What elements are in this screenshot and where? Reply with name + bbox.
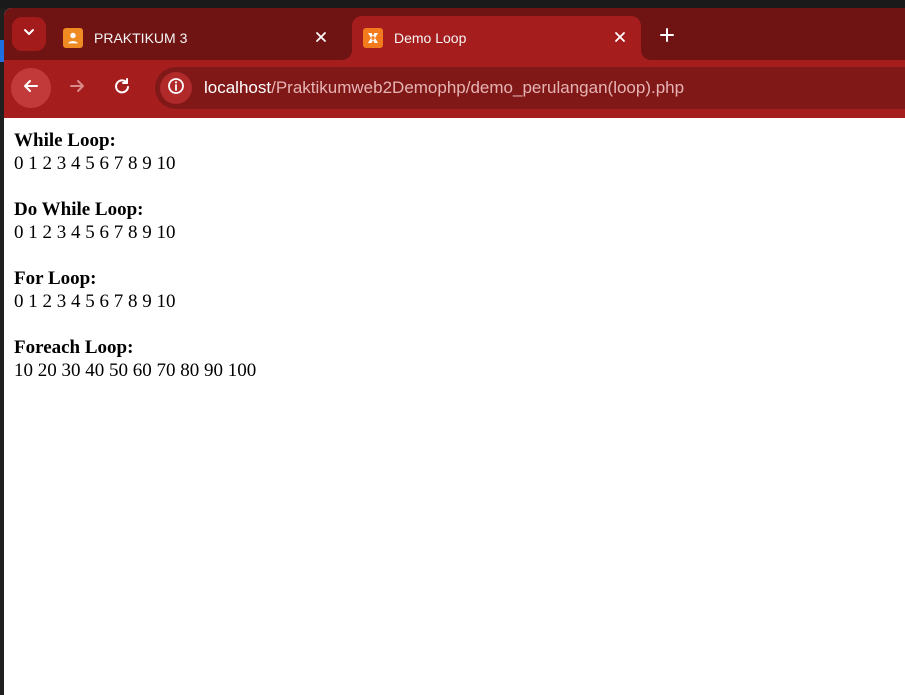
url-path: /Praktikumweb2Demophp/demo_perulangan(lo… xyxy=(271,78,685,97)
plus-icon xyxy=(658,26,676,49)
section-title: For Loop: xyxy=(14,268,97,289)
back-button[interactable] xyxy=(11,68,51,108)
do-while-loop-section: Do While Loop: 0 1 2 3 4 5 6 7 8 9 10 xyxy=(14,198,895,244)
section-title: While Loop: xyxy=(14,130,116,151)
new-tab-button[interactable] xyxy=(653,23,681,51)
site-info-button[interactable] xyxy=(160,72,192,104)
for-loop-section: For Loop: 0 1 2 3 4 5 6 7 8 9 10 xyxy=(14,267,895,313)
reload-icon xyxy=(112,76,132,101)
loop-output: 0 1 2 3 4 5 6 7 8 9 10 xyxy=(14,291,176,312)
loop-output: 0 1 2 3 4 5 6 7 8 9 10 xyxy=(14,222,176,243)
while-loop-section: While Loop: 0 1 2 3 4 5 6 7 8 9 10 xyxy=(14,129,895,175)
tab-search-button[interactable] xyxy=(12,17,46,51)
back-arrow-icon xyxy=(21,76,41,101)
page-content: While Loop: 0 1 2 3 4 5 6 7 8 9 10 Do Wh… xyxy=(4,118,905,695)
tab-strip: PRAKTIKUM 3 Demo Loop xyxy=(4,8,905,60)
close-tab-button[interactable] xyxy=(609,27,631,49)
tab-demo-loop[interactable]: Demo Loop xyxy=(352,16,641,60)
xampp-icon xyxy=(363,28,383,48)
tab-title: Demo Loop xyxy=(394,30,467,46)
user-badge-icon xyxy=(63,28,83,48)
section-title: Do While Loop: xyxy=(14,199,144,220)
chevron-down-icon xyxy=(21,24,37,45)
url-text: localhost/Praktikumweb2Demophp/demo_peru… xyxy=(204,78,684,98)
browser-toolbar: localhost/Praktikumweb2Demophp/demo_peru… xyxy=(4,60,905,118)
tab-title: PRAKTIKUM 3 xyxy=(94,30,188,46)
info-icon xyxy=(167,77,185,100)
forward-arrow-icon xyxy=(67,76,87,101)
tab-praktikum-3[interactable]: PRAKTIKUM 3 xyxy=(54,16,342,60)
loop-output: 10 20 30 40 50 60 70 80 90 100 xyxy=(14,360,257,381)
reload-button[interactable] xyxy=(102,68,142,108)
close-tab-button[interactable] xyxy=(310,27,332,49)
url-host: localhost xyxy=(204,78,272,97)
browser-window: PRAKTIKUM 3 Demo Loop localhost/Praktiku… xyxy=(4,8,905,695)
close-icon xyxy=(614,30,626,46)
foreach-loop-section: Foreach Loop: 10 20 30 40 50 60 70 80 90… xyxy=(14,336,895,382)
close-icon xyxy=(315,30,327,46)
address-bar[interactable]: localhost/Praktikumweb2Demophp/demo_peru… xyxy=(155,67,905,109)
loop-output: 0 1 2 3 4 5 6 7 8 9 10 xyxy=(14,153,176,174)
forward-button[interactable] xyxy=(57,68,97,108)
section-title: Foreach Loop: xyxy=(14,337,134,358)
desktop-top-strip xyxy=(0,0,905,8)
